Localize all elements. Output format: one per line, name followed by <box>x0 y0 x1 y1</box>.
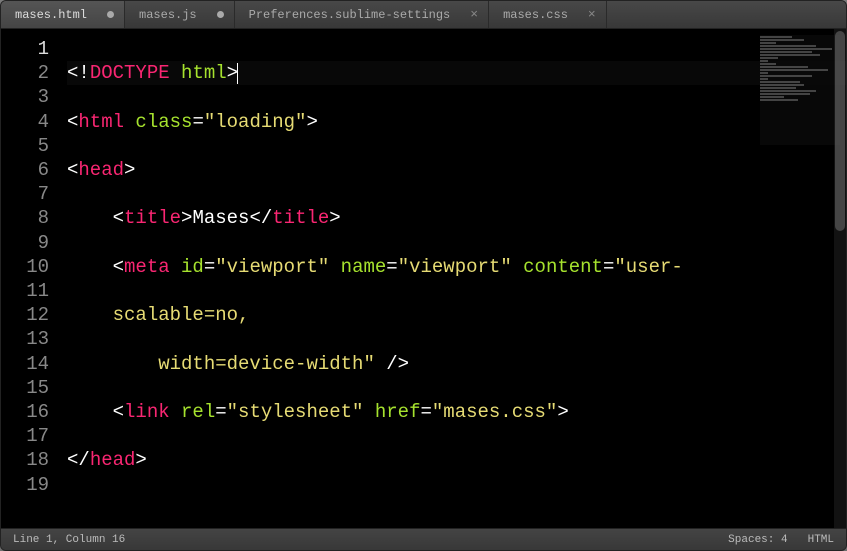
line-number: 15 <box>1 376 49 400</box>
tab-bar: mases.html mases.js Preferences.sublime-… <box>1 1 846 29</box>
line-number: 14 <box>1 352 49 376</box>
tab-mases-html[interactable]: mases.html <box>1 1 125 28</box>
editor-window: mases.html mases.js Preferences.sublime-… <box>0 0 847 551</box>
line-number: 12 <box>1 303 49 327</box>
tab-mases-js[interactable]: mases.js <box>125 1 235 28</box>
line-number: 2 <box>1 61 49 85</box>
status-position[interactable]: Line 1, Column 16 <box>13 534 125 546</box>
text-caret <box>237 63 238 84</box>
line-number: 7 <box>1 182 49 206</box>
status-syntax[interactable]: HTML <box>808 534 834 546</box>
status-indent[interactable]: Spaces: 4 <box>728 534 787 546</box>
line-number: 6 <box>1 158 49 182</box>
tab-mases-css[interactable]: mases.css × <box>489 1 607 28</box>
tab-label: mases.css <box>503 8 568 22</box>
line-number: 18 <box>1 448 49 472</box>
line-number: 17 <box>1 424 49 448</box>
status-bar: Line 1, Column 16 Spaces: 4 HTML <box>1 528 846 550</box>
line-number: 19 <box>1 473 49 497</box>
tab-label: Preferences.sublime-settings <box>249 8 451 22</box>
code-area[interactable]: <!DOCTYPE html> <html class="loading"> <… <box>61 29 846 528</box>
line-number: 9 <box>1 231 49 255</box>
tab-preferences[interactable]: Preferences.sublime-settings × <box>235 1 489 28</box>
line-number: 4 <box>1 110 49 134</box>
line-number: 10 <box>1 255 49 279</box>
editor-area[interactable]: 1 2 3 4 5 6 7 8 9 10 11 12 13 14 15 16 1… <box>1 29 846 528</box>
close-icon[interactable]: × <box>588 8 596 21</box>
tab-label: mases.html <box>15 8 87 22</box>
minimap[interactable] <box>760 35 840 145</box>
line-number: 16 <box>1 400 49 424</box>
line-number: 13 <box>1 327 49 351</box>
line-number: 8 <box>1 206 49 230</box>
line-number: 3 <box>1 85 49 109</box>
line-number: 5 <box>1 134 49 158</box>
line-number: 1 <box>1 37 49 61</box>
dirty-indicator-icon <box>217 11 224 18</box>
line-number: 11 <box>1 279 49 303</box>
close-icon[interactable]: × <box>470 8 478 21</box>
tab-label: mases.js <box>139 8 197 22</box>
vertical-scrollbar[interactable] <box>834 29 846 528</box>
gutter: 1 2 3 4 5 6 7 8 9 10 11 12 13 14 15 16 1… <box>1 29 61 528</box>
dirty-indicator-icon <box>107 11 114 18</box>
scrollbar-thumb[interactable] <box>835 31 845 231</box>
